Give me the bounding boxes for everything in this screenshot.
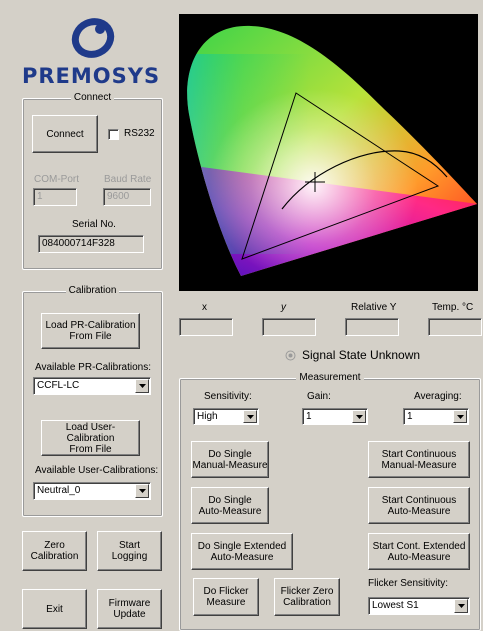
continuous-manual-measure-button[interactable]: Start Continuous Manual-Measure: [368, 441, 470, 478]
single-auto-measure-button[interactable]: Do Single Auto-Measure: [191, 487, 269, 524]
x-label: x: [202, 302, 207, 313]
temp-label: Temp. °C: [432, 302, 474, 313]
chevron-down-icon[interactable]: [454, 599, 468, 613]
temp-value-field: [428, 318, 482, 336]
measurement-group-title: Measurement: [296, 372, 364, 383]
logo-text: PREMOSYS: [22, 64, 161, 88]
serial-field: 084000714F328: [38, 235, 144, 253]
flicker-zero-calibration-button[interactable]: Flicker Zero Calibration: [274, 578, 340, 616]
calibration-group-title: Calibration: [65, 285, 120, 296]
logo-mark-icon: [71, 18, 115, 58]
gain-value: 1: [306, 411, 312, 422]
serial-label: Serial No.: [72, 219, 116, 230]
cie-chromaticity-diagram: [179, 14, 478, 291]
x-value-field: [179, 318, 233, 336]
relative-y-label: Relative Y: [351, 302, 397, 313]
pr-calibration-value: CCFL-LC: [37, 380, 80, 391]
chevron-down-icon[interactable]: [135, 379, 149, 393]
sensitivity-select[interactable]: High: [193, 408, 259, 425]
cie-chart-svg: [187, 25, 478, 277]
available-pr-label: Available PR-Calibrations:: [35, 362, 151, 373]
user-calibration-select[interactable]: Neutral_0: [33, 482, 151, 500]
averaging-value: 1: [407, 411, 413, 422]
com-port-label: COM-Port: [34, 174, 79, 185]
relative-y-value-field: [345, 318, 399, 336]
user-calibration-value: Neutral_0: [37, 485, 81, 496]
sensitivity-value: High: [197, 411, 218, 422]
signal-state-text: Signal State Unknown: [302, 348, 421, 362]
y-label: y: [281, 302, 286, 313]
flicker-sensitivity-label: Flicker Sensitivity:: [368, 578, 449, 589]
signal-state-radio-icon: [285, 350, 296, 361]
pr-calibration-select[interactable]: CCFL-LC: [33, 377, 151, 395]
single-manual-measure-button[interactable]: Do Single Manual-Measure: [191, 441, 269, 478]
single-extended-auto-measure-button[interactable]: Do Single Extended Auto-Measure: [191, 533, 293, 570]
continuous-extended-auto-measure-button[interactable]: Start Cont. Extended Auto-Measure: [368, 533, 470, 570]
rs232-checkbox[interactable]: [108, 129, 119, 140]
load-pr-calibration-button[interactable]: Load PR-Calibration From File: [41, 313, 140, 349]
zero-calibration-button[interactable]: Zero Calibration: [22, 531, 87, 571]
baud-rate-field[interactable]: 9600: [103, 188, 151, 206]
chevron-down-icon[interactable]: [352, 410, 366, 423]
gain-label: Gain:: [307, 391, 331, 402]
exit-button[interactable]: Exit: [22, 589, 87, 629]
sensitivity-label: Sensitivity:: [204, 391, 252, 402]
firmware-update-button[interactable]: Firmware Update: [97, 589, 162, 629]
averaging-label: Averaging:: [414, 391, 462, 402]
baud-rate-label: Baud Rate: [104, 174, 152, 185]
connect-button[interactable]: Connect: [32, 115, 98, 153]
chevron-down-icon[interactable]: [453, 410, 467, 423]
continuous-auto-measure-button[interactable]: Start Continuous Auto-Measure: [368, 487, 470, 524]
start-logging-button[interactable]: Start Logging: [97, 531, 162, 571]
flicker-sensitivity-value: Lowest S1: [372, 600, 419, 611]
gain-select[interactable]: 1: [302, 408, 368, 425]
chevron-down-icon[interactable]: [135, 484, 149, 498]
available-user-label: Available User-Calibrations:: [35, 465, 159, 476]
flicker-sensitivity-select[interactable]: Lowest S1: [368, 597, 470, 615]
flicker-measure-button[interactable]: Do Flicker Measure: [193, 578, 259, 616]
connect-group-title: Connect: [70, 92, 115, 103]
averaging-select[interactable]: 1: [403, 408, 469, 425]
load-user-calibration-button[interactable]: Load User-Calibration From File: [41, 420, 140, 456]
spectral-locus-fill: [187, 25, 478, 277]
rs232-label: RS232: [124, 128, 155, 139]
com-port-field[interactable]: 1: [33, 188, 77, 206]
chevron-down-icon[interactable]: [243, 410, 257, 423]
logo: PREMOSYS: [18, 12, 168, 92]
y-value-field: [262, 318, 316, 336]
